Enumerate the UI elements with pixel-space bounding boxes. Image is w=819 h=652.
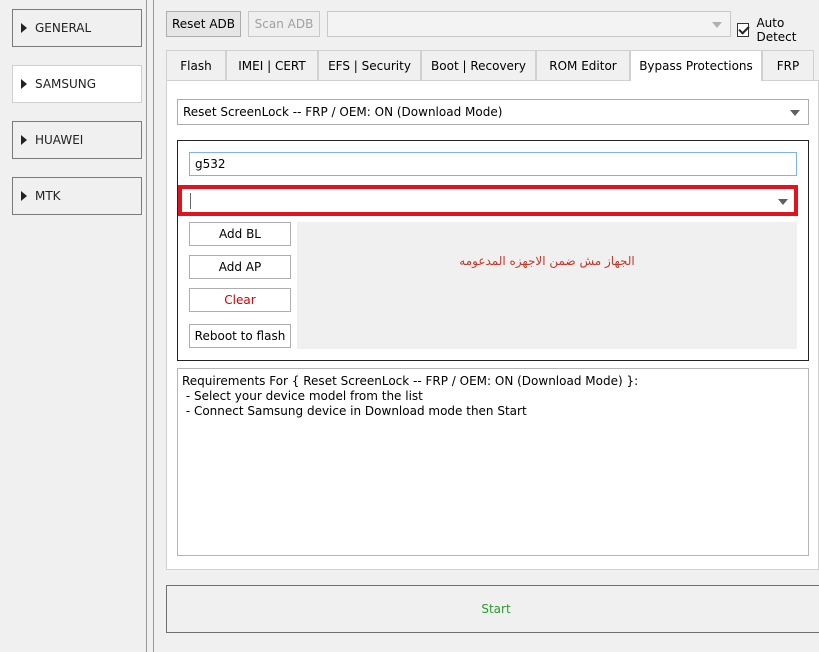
- sidebar-item-label: SAMSUNG: [35, 77, 97, 91]
- model-select-highlighted[interactable]: [178, 185, 798, 216]
- sidebar-item-label: MTK: [35, 189, 61, 203]
- tab-imei-cert[interactable]: IMEI | CERT: [226, 50, 318, 80]
- requirements-textbox[interactable]: Requirements For { Reset ScreenLock -- F…: [177, 368, 809, 556]
- tab-rom-editor[interactable]: ROM Editor: [536, 50, 630, 80]
- auto-detect-label: Auto Detect: [756, 16, 797, 44]
- sidebar-item-samsung[interactable]: SAMSUNG: [12, 65, 142, 103]
- chevron-down-icon: [790, 110, 800, 116]
- panel-divider: [153, 0, 154, 652]
- reset-adb-button[interactable]: Reset ADB: [166, 11, 241, 37]
- chevron-down-icon: [778, 199, 788, 205]
- start-button[interactable]: Start: [166, 585, 819, 633]
- sidebar-item-general[interactable]: GENERAL: [12, 9, 142, 47]
- operation-select-value: Reset ScreenLock -- FRP / OEM: ON (Downl…: [183, 105, 503, 119]
- expand-triangle-icon: [21, 191, 27, 201]
- text-caret: [190, 193, 191, 209]
- reboot-to-flash-button[interactable]: Reboot to flash: [189, 324, 291, 348]
- sidebar-item-label: HUAWEI: [35, 133, 84, 147]
- operation-select[interactable]: Reset ScreenLock -- FRP / OEM: ON (Downl…: [177, 99, 809, 125]
- info-area: الجهاز مش ضمن الاجهزه المدعومه: [297, 222, 797, 349]
- device-select[interactable]: [327, 11, 731, 37]
- auto-detect-toggle[interactable]: Auto Detect: [737, 16, 819, 44]
- sidebar-item-huawei[interactable]: HUAWEI: [12, 121, 142, 159]
- clear-button[interactable]: Clear: [189, 288, 291, 312]
- auto-detect-checkbox[interactable]: [737, 23, 750, 37]
- tab-frp[interactable]: FRP: [762, 50, 814, 80]
- tab-flash[interactable]: Flash: [166, 50, 226, 80]
- sidebar-item-mtk[interactable]: MTK: [12, 177, 142, 215]
- unsupported-device-message: الجهاز مش ضمن الاجهزه المدعومه: [459, 254, 635, 268]
- requirements-line: Requirements For { Reset ScreenLock -- F…: [182, 374, 639, 388]
- expand-triangle-icon: [21, 79, 27, 89]
- tab-bypass-protections[interactable]: Bypass Protections: [630, 50, 762, 81]
- sidebar-item-label: GENERAL: [35, 21, 92, 35]
- model-search-input[interactable]: g532: [189, 152, 797, 176]
- expand-triangle-icon: [21, 135, 27, 145]
- tab-boot-recovery[interactable]: Boot | Recovery: [421, 50, 536, 80]
- chevron-down-icon: [712, 22, 722, 28]
- scan-adb-button[interactable]: Scan ADB: [248, 11, 320, 37]
- add-ap-button[interactable]: Add AP: [189, 255, 291, 279]
- expand-triangle-icon: [21, 23, 27, 33]
- tab-efs-security[interactable]: EFS | Security: [318, 50, 421, 80]
- sidebar: GENERAL SAMSUNG HUAWEI MTK: [0, 0, 147, 652]
- requirements-line: - Select your device model from the list: [182, 389, 423, 403]
- add-bl-button[interactable]: Add BL: [189, 222, 291, 246]
- requirements-line: - Connect Samsung device in Download mod…: [182, 404, 527, 418]
